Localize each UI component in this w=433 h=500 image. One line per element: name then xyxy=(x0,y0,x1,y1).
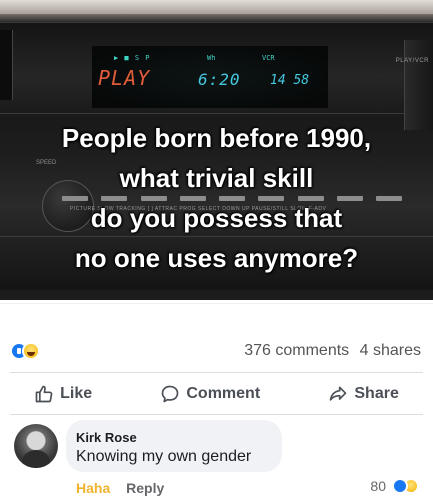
comment-item: Kirk Rose Knowing my own gender Haha Rep… xyxy=(0,416,433,500)
meme-caption: People born before 1990, what trivial sk… xyxy=(0,118,433,278)
like-label: Like xyxy=(60,385,93,402)
caption-line-4: no one uses anymore? xyxy=(74,243,359,273)
share-label: Share xyxy=(354,385,399,402)
vcr-left-slot xyxy=(0,30,13,100)
vcr-display: ▶ ■ S P Wh VCR PLAY 6:20 14 58 xyxy=(92,46,328,108)
vcr-right-slot xyxy=(404,40,433,130)
post-image[interactable]: PLAY/VCR ▶ ■ S P Wh VCR PLAY 6:20 14 58 … xyxy=(0,0,433,300)
share-arrow-icon xyxy=(330,386,347,401)
display-indicator-vcr: VCR xyxy=(262,54,275,62)
comment-reaction-count: 80 xyxy=(370,478,386,494)
engagement-counts: 376 comments 4 shares xyxy=(238,342,421,360)
avatar[interactable] xyxy=(14,424,58,468)
vcr-top-strip xyxy=(0,0,433,14)
display-clock: 6:20 xyxy=(198,70,241,89)
divider xyxy=(10,414,423,415)
display-counter: 14 58 xyxy=(270,73,310,88)
vcr-right-label: PLAY/VCR xyxy=(395,58,429,64)
reply-button[interactable]: Reply xyxy=(126,480,164,496)
comment-button[interactable]: Comment xyxy=(160,384,260,404)
display-mode: PLAY xyxy=(98,66,151,90)
post-stats: 376 comments 4 shares xyxy=(0,340,433,364)
caption-line-1: People born before 1990, xyxy=(61,123,372,153)
shares-count[interactable]: 4 shares xyxy=(360,342,421,359)
divider xyxy=(10,372,423,373)
post-gap-line xyxy=(0,303,433,304)
action-bar: Like Comment Share xyxy=(0,376,433,412)
comments-count[interactable]: 376 comments xyxy=(244,342,349,359)
comment-author[interactable]: Kirk Rose xyxy=(76,430,137,445)
reaction-summary[interactable] xyxy=(10,342,50,362)
haha-reaction-icon xyxy=(22,342,40,360)
comment-bubble: Kirk Rose Knowing my own gender xyxy=(66,420,282,472)
comment-bubble-icon xyxy=(162,385,179,403)
share-button[interactable]: Share xyxy=(328,384,399,404)
display-indicator-wh: Wh xyxy=(207,54,216,62)
like-button[interactable]: Like xyxy=(34,384,92,404)
thumbs-up-icon xyxy=(35,385,53,403)
caption-line-3: do you possess that xyxy=(90,203,343,233)
haha-reaction-button[interactable]: Haha xyxy=(76,480,110,496)
comment-actions: Haha Reply xyxy=(76,480,164,496)
caption-line-2: what trivial skill xyxy=(119,163,314,193)
display-indicators: ▶ ■ S P xyxy=(114,54,151,62)
like-reaction-icon xyxy=(392,478,408,494)
comment-label: Comment xyxy=(186,385,261,402)
comment-reaction-summary[interactable]: 80 xyxy=(370,478,419,494)
comment-text: Knowing my own gender xyxy=(76,448,252,465)
